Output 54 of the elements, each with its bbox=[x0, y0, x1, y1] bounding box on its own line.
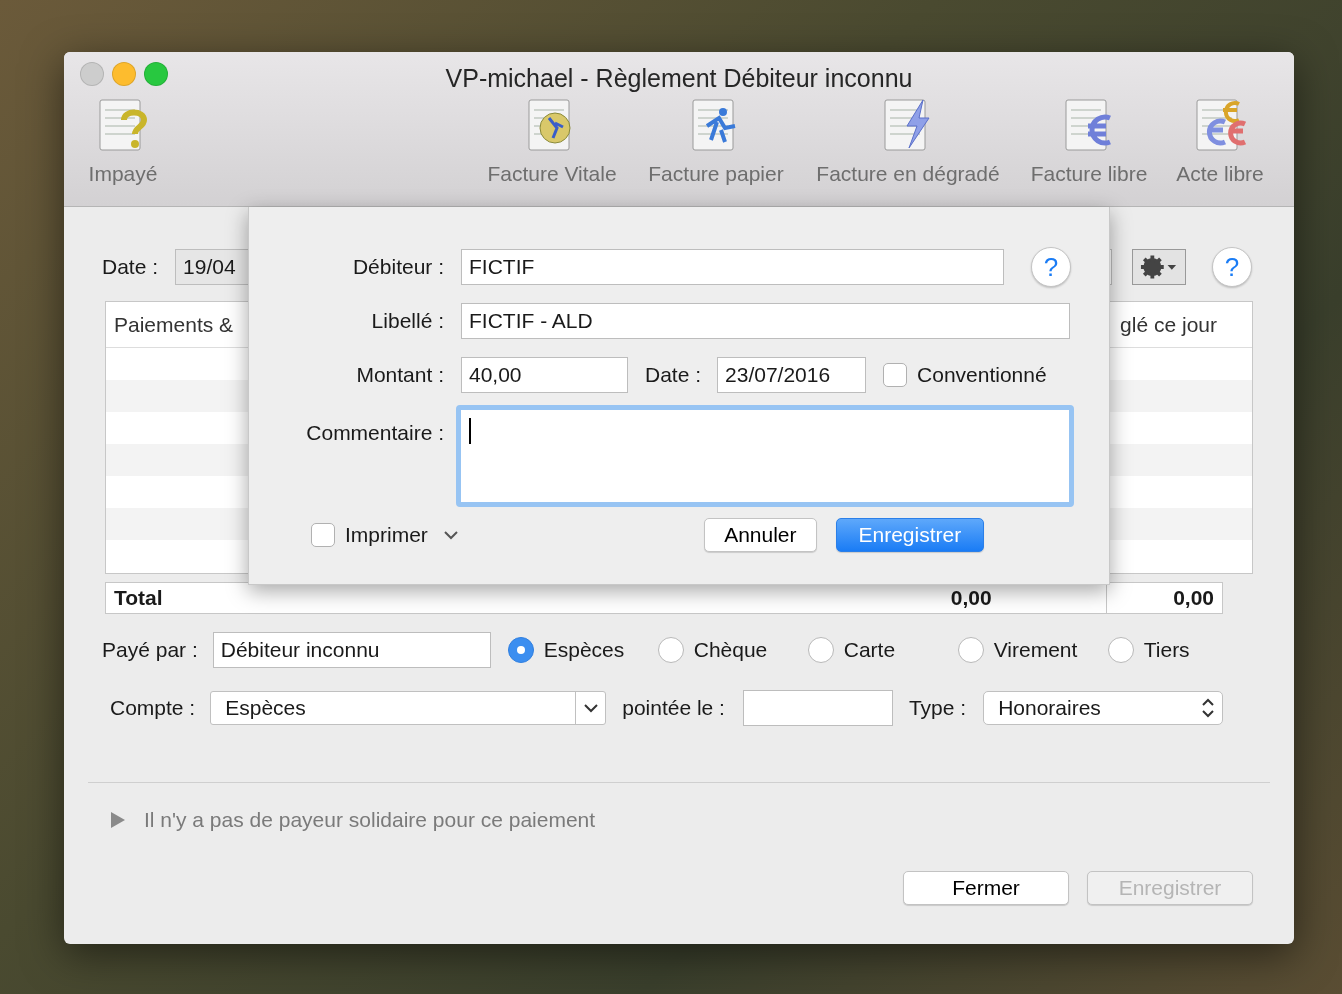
chevron-down-icon bbox=[583, 703, 598, 713]
total-label: Total bbox=[114, 585, 164, 612]
minimize-button[interactable] bbox=[112, 62, 136, 86]
date-label: Date : bbox=[102, 254, 159, 281]
column-header: Paiements & bbox=[114, 311, 234, 338]
date-field[interactable]: 23/07/2016 bbox=[717, 357, 867, 393]
field-label: Montant : bbox=[355, 362, 444, 389]
dialog-button[interactable]: Annuler bbox=[703, 518, 817, 552]
debtor-field[interactable]: FICTIF bbox=[461, 249, 1004, 285]
radio-button[interactable] bbox=[957, 637, 984, 663]
checkbox-label: Imprimer bbox=[345, 522, 428, 549]
type-label: Type : bbox=[908, 695, 967, 722]
field-label: Débiteur : bbox=[351, 254, 444, 281]
field-label: Commentaire : bbox=[305, 420, 444, 446]
account-select[interactable]: Espèces bbox=[210, 691, 607, 725]
radio-label: Virement bbox=[993, 637, 1078, 664]
zoom-button[interactable] bbox=[144, 62, 168, 86]
radio-button[interactable] bbox=[657, 637, 684, 663]
radio-button[interactable] bbox=[807, 637, 834, 663]
close-button[interactable] bbox=[80, 62, 104, 86]
field-label: Libellé : bbox=[370, 308, 444, 335]
amount-field[interactable]: 40,00 bbox=[461, 357, 628, 393]
checkbox[interactable] bbox=[311, 523, 335, 547]
checkbox[interactable] bbox=[883, 363, 908, 387]
account-label: Compte : bbox=[110, 695, 196, 722]
pointed-date-label: pointée le : bbox=[622, 695, 725, 722]
dialog-button[interactable]: Fermer bbox=[903, 871, 1069, 905]
radio-label: Espèces bbox=[543, 637, 625, 664]
column-header: glé ce jour bbox=[1120, 311, 1217, 338]
comment-field[interactable] bbox=[456, 405, 1074, 507]
radio-button[interactable] bbox=[1107, 637, 1134, 663]
window-title: VP-michael - Règlement Débiteur inconnu bbox=[444, 63, 914, 94]
settings-menu-button[interactable] bbox=[1132, 249, 1186, 285]
radio-label: Carte bbox=[843, 637, 896, 664]
radio-label: Chèque bbox=[693, 637, 768, 664]
total-value: 0,00 bbox=[950, 585, 993, 612]
gear-icon bbox=[1140, 254, 1178, 280]
radio-button[interactable] bbox=[507, 637, 534, 663]
chevron-down-icon bbox=[443, 530, 458, 540]
field-label: Date : bbox=[645, 362, 702, 389]
type-select[interactable]: Honoraires bbox=[983, 691, 1224, 725]
paid-by-field[interactable]: Débiteur inconnu bbox=[212, 632, 491, 668]
help-button[interactable]: ? bbox=[1031, 247, 1071, 287]
help-button[interactable]: ? bbox=[1212, 247, 1252, 287]
pointed-date-field[interactable] bbox=[742, 690, 893, 726]
disclosure-button[interactable] bbox=[110, 811, 126, 829]
checkbox-label: Conventionné bbox=[917, 362, 1047, 389]
label-field[interactable]: FICTIF - ALD bbox=[461, 303, 1070, 339]
triangle-right-icon bbox=[110, 811, 126, 829]
dialog-button: Enregistrer bbox=[1087, 871, 1253, 905]
paid-by-label: Payé par : bbox=[102, 637, 198, 664]
up-down-chevron-icon bbox=[1202, 698, 1215, 718]
disclosure-text: Il n'y a pas de payeur solidaire pour ce paiement bbox=[144, 807, 596, 834]
radio-label: Tiers bbox=[1143, 637, 1190, 664]
